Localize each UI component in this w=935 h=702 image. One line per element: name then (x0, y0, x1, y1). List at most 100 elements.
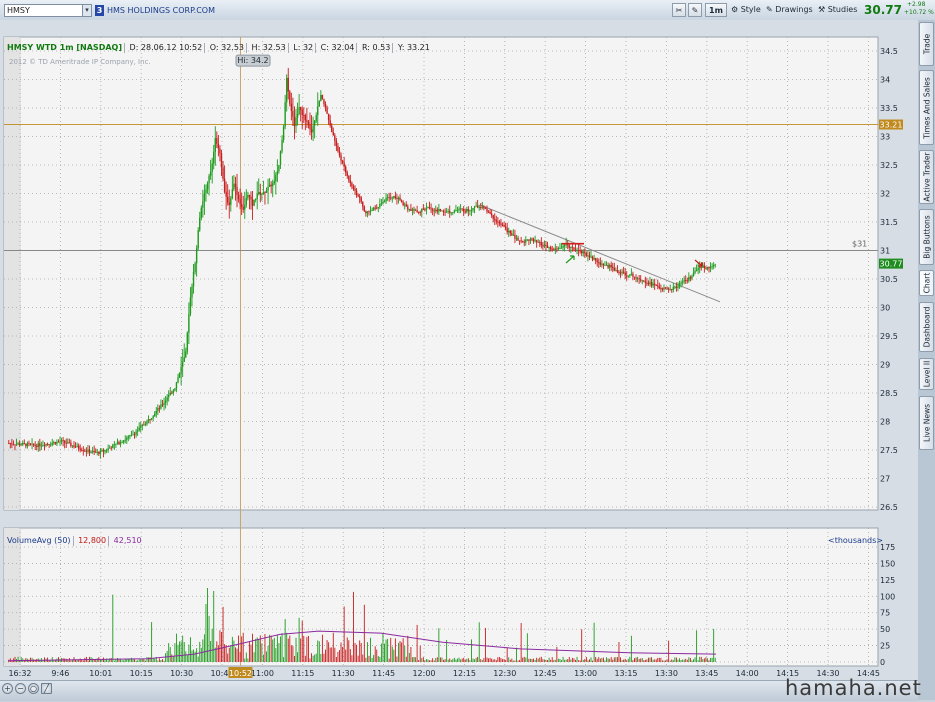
tab-dashboard[interactable]: Dashboard (919, 302, 934, 352)
symbol-dropdown-button[interactable]: ▾ (82, 4, 92, 17)
candle-body (341, 160, 344, 163)
candle-body (636, 278, 639, 280)
candle-body (663, 287, 665, 290)
candle-body (449, 210, 451, 213)
candle-body (8, 443, 10, 444)
candle-body (585, 253, 588, 256)
candle-body (520, 240, 522, 242)
chart-symbol-label[interactable]: HMSY WTD 1m [NASDAQ] (7, 43, 122, 52)
candle-body (220, 153, 223, 168)
candle-body (626, 275, 628, 277)
zoom-fit-icon[interactable]: ○ (28, 683, 39, 694)
last-price: 30.77 (864, 3, 902, 17)
candle-body (25, 443, 27, 447)
candle-body (95, 451, 97, 453)
zoom-in-icon[interactable]: + (2, 683, 13, 694)
style-button[interactable]: ⚙ Style (731, 3, 761, 17)
candle-body (244, 205, 246, 210)
candle-body (466, 209, 468, 213)
candle-body (180, 366, 182, 373)
tab-level-ii[interactable]: Level II (919, 358, 934, 390)
candle-body (438, 209, 440, 212)
candle-body (579, 250, 581, 252)
candle-body (441, 210, 443, 212)
candle-body (217, 143, 220, 149)
candle-body (209, 171, 212, 176)
candle-body (664, 287, 667, 289)
tab-active-trader[interactable]: Active Trader (919, 150, 934, 204)
candle-body (140, 425, 142, 428)
chart-area[interactable]: 33.21 $31 30.77 26.5 27 27.5 28 28.5 29 29.5 30 30… (0, 20, 918, 700)
candle-body (458, 208, 460, 211)
candle-body (253, 199, 255, 206)
tab-big-buttons[interactable]: Big Buttons (919, 209, 934, 265)
candle-body (557, 248, 560, 250)
price-chart[interactable]: 33.21 $31 30.77 26.5 27 27.5 28 28.5 29 29.5 30 30… (0, 20, 918, 700)
candle-body (531, 238, 533, 240)
candle-body (296, 114, 299, 118)
tab-chart[interactable]: Chart (919, 270, 934, 296)
candle-body (34, 445, 36, 446)
link-group-badge[interactable]: 3 (95, 5, 104, 16)
pin-icon[interactable]: ✎ (688, 3, 702, 17)
candle-body (431, 209, 434, 211)
candle-body (433, 210, 435, 212)
tab-label: Live News (922, 404, 931, 442)
candle-body (113, 444, 116, 446)
studies-button[interactable]: ⚒ Studies (818, 3, 857, 17)
candle-body (495, 220, 498, 222)
candle-body (556, 248, 558, 250)
price-tick-label: 28 (880, 418, 890, 427)
candle-body (122, 440, 125, 443)
candle-body (312, 125, 314, 133)
candle-body (115, 443, 117, 445)
candle-body (613, 267, 616, 271)
candle-body (289, 91, 291, 104)
candle-body (677, 286, 679, 288)
candle-body (708, 266, 710, 269)
price-tick-label: 33.5 (880, 104, 898, 113)
tab-trade[interactable]: Trade (919, 22, 934, 66)
candle-body (45, 443, 47, 446)
candle-body (399, 197, 401, 201)
candle-body (160, 404, 162, 409)
price-tick-label: 32.5 (880, 161, 898, 170)
candle-body (695, 269, 698, 272)
scissors-icon[interactable]: ✂ (672, 3, 686, 17)
timeframe-button[interactable]: 1m (705, 3, 727, 17)
drawings-button[interactable]: ✎ Drawings (766, 3, 813, 17)
candle-body (442, 210, 445, 212)
candle-body (472, 207, 474, 211)
tab-live-news[interactable]: Live News (919, 396, 934, 450)
volume-study-label[interactable]: VolumeAvg (50) (7, 536, 71, 545)
candle-body (228, 202, 230, 205)
tab-times-and-sales[interactable]: Times And Sales (919, 70, 934, 145)
candle-body (14, 444, 16, 446)
candle-body (705, 267, 707, 269)
candle-body (245, 198, 248, 206)
candle-body (189, 297, 192, 314)
candle-body (104, 450, 106, 452)
candle-body (660, 288, 662, 290)
candle-body (194, 263, 196, 272)
candle-body (324, 103, 327, 108)
candle-body (216, 138, 218, 144)
symbol-input[interactable]: HMSY (4, 4, 86, 17)
candle-body (298, 107, 300, 115)
time-tick-label: 10:15 (130, 669, 153, 678)
candle-body (108, 447, 111, 449)
tab-label: Chart (922, 272, 931, 294)
time-tick-label: 12:15 (453, 669, 476, 678)
candle-body (689, 277, 692, 279)
volume-tick-label: 50 (880, 625, 890, 634)
candle-body (292, 110, 294, 117)
candle-body (93, 451, 95, 452)
candle-body (26, 443, 29, 447)
candle-body (119, 442, 122, 445)
candle-body (127, 436, 130, 438)
zoom-out-icon[interactable]: − (15, 683, 26, 694)
candle-body (430, 208, 432, 210)
right-tab-strip: Trade Times And Sales Active Trader Big But… (918, 20, 935, 700)
drawing-tool-icon[interactable]: ╱ (41, 683, 52, 694)
candle-body (12, 444, 15, 446)
